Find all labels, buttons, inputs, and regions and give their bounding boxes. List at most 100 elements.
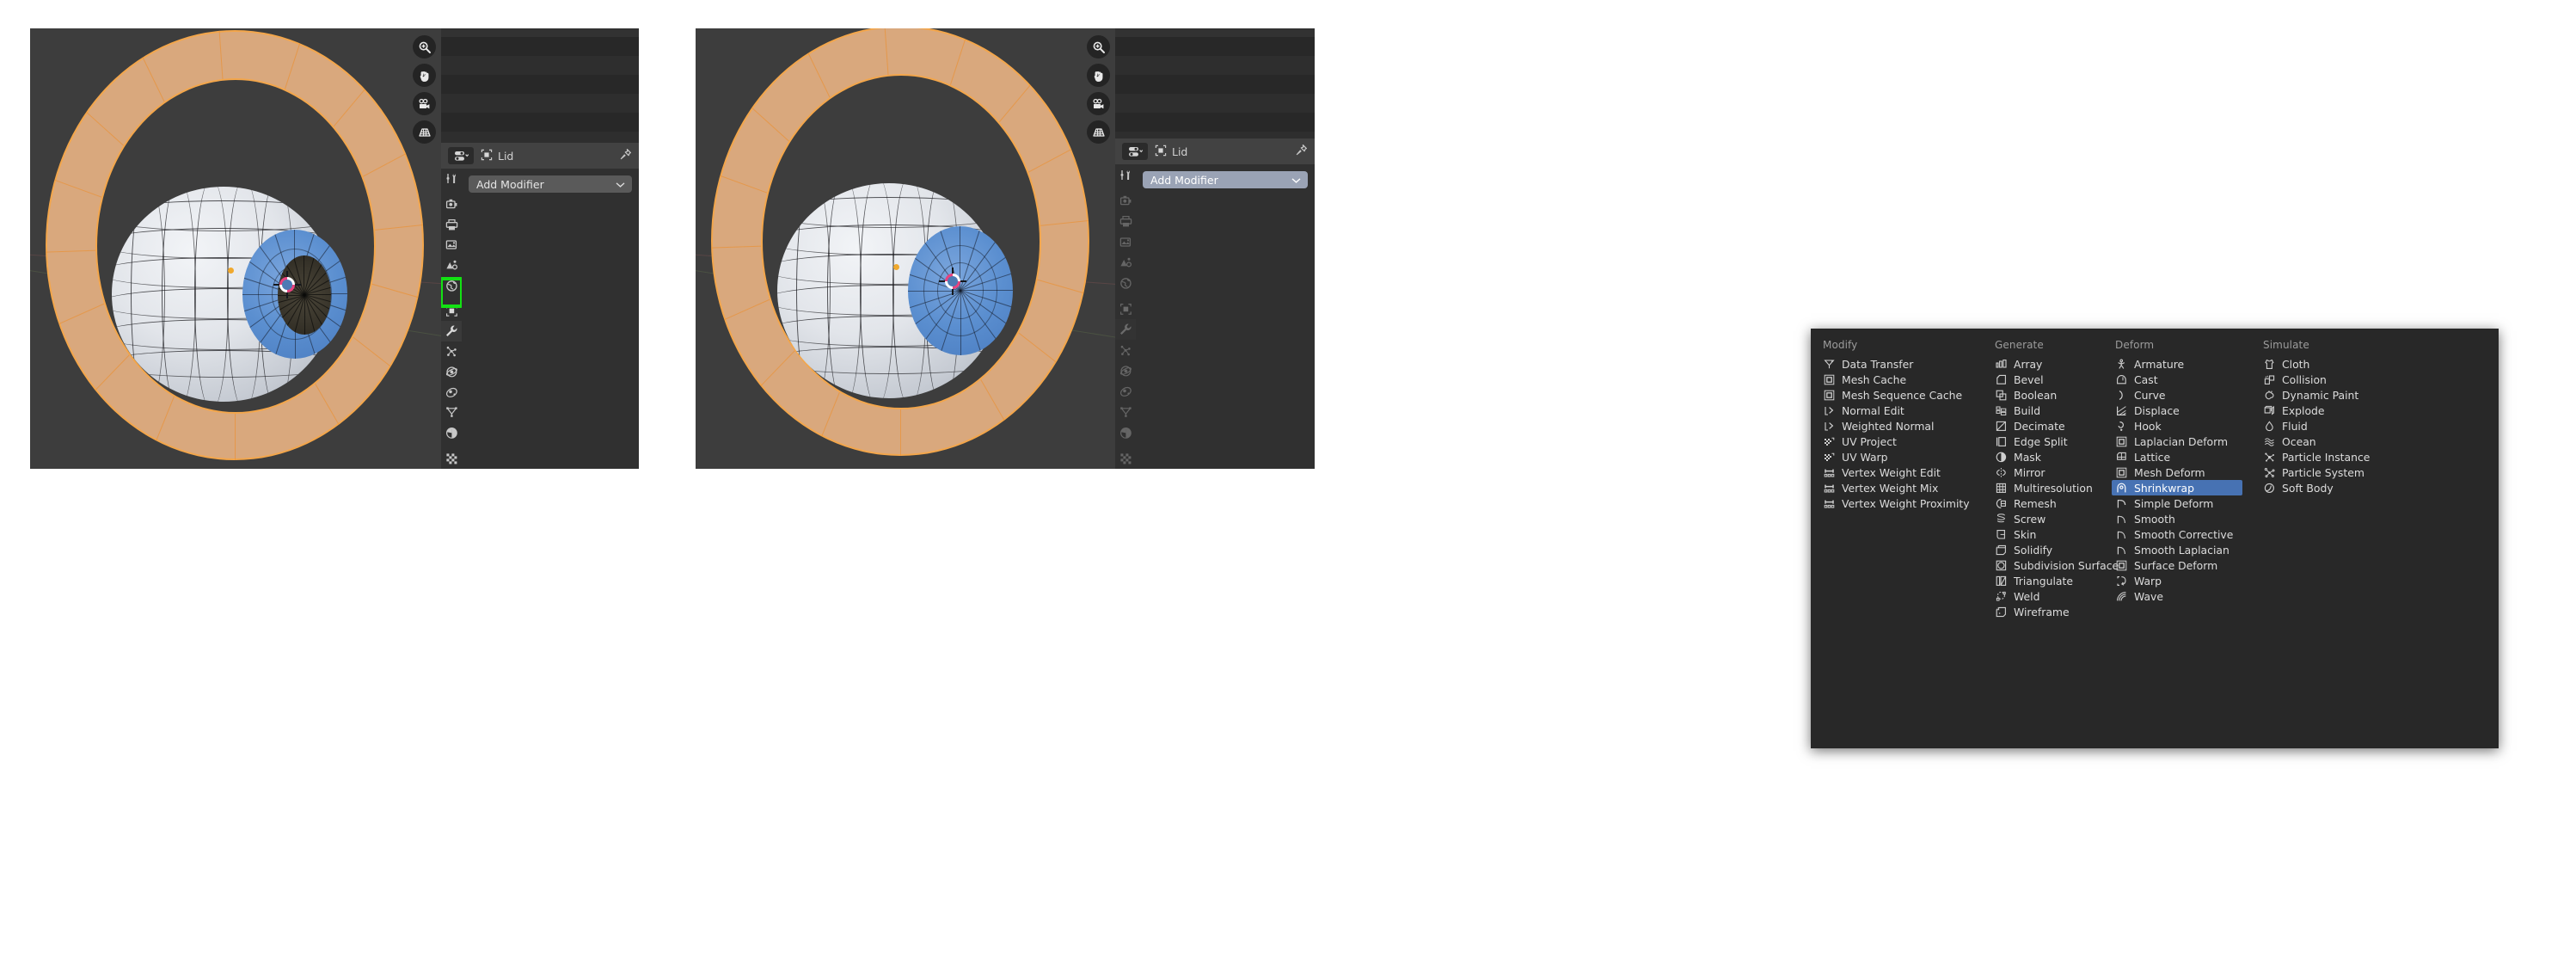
menu-item-solidify[interactable]: Solidify <box>1991 542 2095 557</box>
hand-pan-icon[interactable] <box>413 64 436 87</box>
outliner-row[interactable] <box>441 37 639 56</box>
menu-item-dynamic-paint[interactable]: Dynamic Paint <box>2260 387 2380 403</box>
sidebar-item-modifier-properties[interactable] <box>1115 319 1136 340</box>
menu-item-cast[interactable]: Cast <box>2112 372 2242 387</box>
sidebar-item-render-properties[interactable] <box>1115 190 1136 211</box>
sidebar-item-tool-properties[interactable] <box>1115 164 1136 185</box>
menu-item-remesh[interactable]: Remesh <box>1991 495 2095 511</box>
menu-item-warp[interactable]: Warp <box>2112 573 2242 588</box>
menu-item-particle-instance[interactable]: Particle Instance <box>2260 449 2380 464</box>
outliner-row[interactable] <box>1115 75 1315 94</box>
menu-item-build[interactable]: Build <box>1991 403 2095 418</box>
outliner-row[interactable] <box>441 132 639 143</box>
menu-item-uv-warp[interactable]: UV Warp <box>1819 449 1974 464</box>
editor-type-selector[interactable] <box>448 147 474 164</box>
sidebar-item-world-properties[interactable] <box>1115 273 1136 293</box>
menu-item-simple-deform[interactable]: Simple Deform <box>2112 495 2242 511</box>
sidebar-item-material-properties[interactable] <box>1115 422 1136 443</box>
menu-item-explode[interactable]: Explode <box>2260 403 2380 418</box>
menu-item-mesh-cache[interactable]: Mesh Cache <box>1819 372 1974 387</box>
outliner-row[interactable] <box>441 113 639 132</box>
sidebar-item-object-data-properties[interactable] <box>441 403 462 423</box>
sidebar-item-scene-properties[interactable] <box>441 255 462 276</box>
menu-item-weld[interactable]: Weld <box>1991 588 2095 604</box>
menu-item-skin[interactable]: Skin <box>1991 526 2095 542</box>
menu-item-curve[interactable]: Curve <box>2112 387 2242 403</box>
camera-view-icon[interactable] <box>1087 92 1110 115</box>
menu-item-smooth[interactable]: Smooth <box>2112 511 2242 526</box>
viewport-nav-gizmos[interactable] <box>413 35 436 144</box>
sidebar-item-world-properties[interactable] <box>441 275 462 296</box>
menu-item-wireframe[interactable]: Wireframe <box>1991 604 2095 619</box>
properties-editor-before[interactable]: Lid Add Modifier <box>441 143 639 469</box>
sidebar-item-particle-properties[interactable] <box>1115 340 1136 360</box>
menu-item-ocean[interactable]: Ocean <box>2260 434 2380 449</box>
sidebar-item-constraint-properties[interactable] <box>1115 381 1136 402</box>
menu-item-array[interactable]: Array <box>1991 356 2095 372</box>
menu-item-smooth-laplacian[interactable]: Smooth Laplacian <box>2112 542 2242 557</box>
hand-pan-icon[interactable] <box>1087 64 1110 87</box>
menu-item-lattice[interactable]: Lattice <box>2112 449 2242 464</box>
sidebar-item-view-layer-properties[interactable] <box>1115 231 1136 252</box>
menu-item-vertex-weight-edit[interactable]: Vertex Weight Edit <box>1819 464 1974 480</box>
sidebar-item-texture-properties[interactable] <box>441 448 462 469</box>
ortho-grid-icon[interactable] <box>413 120 436 144</box>
sidebar-item-constraint-properties[interactable] <box>441 382 462 403</box>
menu-item-uv-project[interactable]: UV Project <box>1819 434 1974 449</box>
sidebar-item-physics-properties[interactable] <box>1115 360 1136 381</box>
eyeball-object[interactable] <box>777 183 1013 398</box>
sidebar-item-modifier-properties[interactable] <box>441 321 462 342</box>
menu-item-mirror[interactable]: Mirror <box>1991 464 2095 480</box>
sidebar-item-output-properties[interactable] <box>441 214 462 235</box>
properties-tab-column[interactable] <box>441 169 462 469</box>
outliner-after[interactable] <box>1115 28 1315 138</box>
add-modifier-button[interactable]: Add Modifier <box>469 175 632 193</box>
sidebar-item-object-properties[interactable] <box>441 301 462 322</box>
outliner-before[interactable] <box>441 28 639 143</box>
editor-type-selector[interactable] <box>1122 143 1148 160</box>
menu-item-weighted-normal[interactable]: Weighted Normal <box>1819 418 1974 434</box>
add-modifier-button[interactable]: Add Modifier <box>1143 171 1308 188</box>
menu-item-hook[interactable]: Hook <box>2112 418 2242 434</box>
sidebar-item-material-properties[interactable] <box>441 423 462 444</box>
sidebar-item-texture-properties[interactable] <box>1115 448 1136 469</box>
menu-item-smooth-corrective[interactable]: Smooth Corrective <box>2112 526 2242 542</box>
menu-item-fluid[interactable]: Fluid <box>2260 418 2380 434</box>
menu-item-vertex-weight-mix[interactable]: Vertex Weight Mix <box>1819 480 1974 495</box>
menu-item-triangulate[interactable]: Triangulate <box>1991 573 2095 588</box>
menu-item-wave[interactable]: Wave <box>2112 588 2242 604</box>
outliner-row[interactable] <box>1115 56 1315 75</box>
menu-item-bevel[interactable]: Bevel <box>1991 372 2095 387</box>
viewport-nav-gizmos[interactable] <box>1087 35 1110 144</box>
menu-item-boolean[interactable]: Boolean <box>1991 387 2095 403</box>
menu-item-decimate[interactable]: Decimate <box>1991 418 2095 434</box>
outliner-row[interactable] <box>1115 94 1315 113</box>
outliner-row[interactable] <box>1115 37 1315 56</box>
menu-item-shrinkwrap[interactable]: Shrinkwrap <box>2112 480 2242 495</box>
sidebar-item-scene-properties[interactable] <box>1115 252 1136 273</box>
menu-item-displace[interactable]: Displace <box>2112 403 2242 418</box>
viewport-before[interactable] <box>30 28 441 469</box>
menu-item-edge-split[interactable]: Edge Split <box>1991 434 2095 449</box>
menu-item-screw[interactable]: Screw <box>1991 511 2095 526</box>
menu-item-collision[interactable]: Collision <box>2260 372 2380 387</box>
sidebar-item-view-layer-properties[interactable] <box>441 235 462 255</box>
menu-item-normal-edit[interactable]: Normal Edit <box>1819 403 1974 418</box>
menu-item-vertex-weight-proximity[interactable]: Vertex Weight Proximity <box>1819 495 1974 511</box>
sidebar-item-particle-properties[interactable] <box>441 341 462 362</box>
menu-item-data-transfer[interactable]: Data Transfer <box>1819 356 1974 372</box>
camera-view-icon[interactable] <box>413 92 436 115</box>
viewport-after[interactable] <box>696 28 1115 469</box>
ortho-grid-icon[interactable] <box>1087 120 1110 144</box>
sidebar-item-object-data-properties[interactable] <box>1115 402 1136 422</box>
properties-tab-column[interactable] <box>1115 164 1136 469</box>
zoom-icon[interactable] <box>413 35 436 58</box>
sidebar-item-object-properties[interactable] <box>1115 298 1136 319</box>
sidebar-item-render-properties[interactable] <box>441 194 462 215</box>
menu-item-armature[interactable]: Armature <box>2112 356 2242 372</box>
menu-item-laplacian-deform[interactable]: Laplacian Deform <box>2112 434 2242 449</box>
outliner-row[interactable] <box>1115 113 1315 132</box>
zoom-icon[interactable] <box>1087 35 1110 58</box>
sidebar-item-output-properties[interactable] <box>1115 211 1136 231</box>
menu-item-particle-system[interactable]: Particle System <box>2260 464 2380 480</box>
